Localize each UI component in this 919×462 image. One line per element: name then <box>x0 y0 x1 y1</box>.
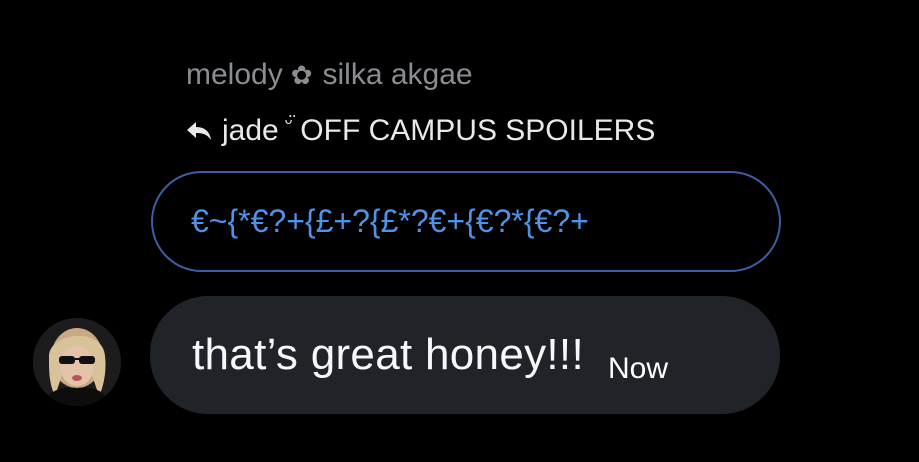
avatar-image <box>33 318 121 406</box>
reply-emoticon: ᵕ̈ <box>284 111 293 134</box>
quoted-message-bubble[interactable]: €~{*€?+{£+?{£*?€+{€?*{€?+ <box>151 171 781 272</box>
sender-subname: silka akgae <box>322 58 473 91</box>
avatar[interactable] <box>33 318 121 406</box>
sender-name: melody <box>186 58 283 91</box>
reply-name: jade <box>222 114 279 147</box>
quoted-message-text: €~{*€?+{£+?{£*?€+{€?*{€?+ <box>191 203 589 239</box>
reply-context[interactable]: jade ᵕ̈ OFF CAMPUS SPOILERS <box>186 111 655 151</box>
flower-icon: ✿ <box>290 59 313 90</box>
reply-arrow-icon <box>186 119 214 143</box>
reply-label: OFF CAMPUS SPOILERS <box>300 114 656 147</box>
message-timestamp: Now <box>607 352 668 385</box>
sender-line: melody ✿ silka akgae <box>186 56 473 94</box>
message-text: that’s great honey!!! <box>192 330 584 379</box>
message-bubble[interactable]: that’s great honey!!! Now <box>150 296 780 414</box>
